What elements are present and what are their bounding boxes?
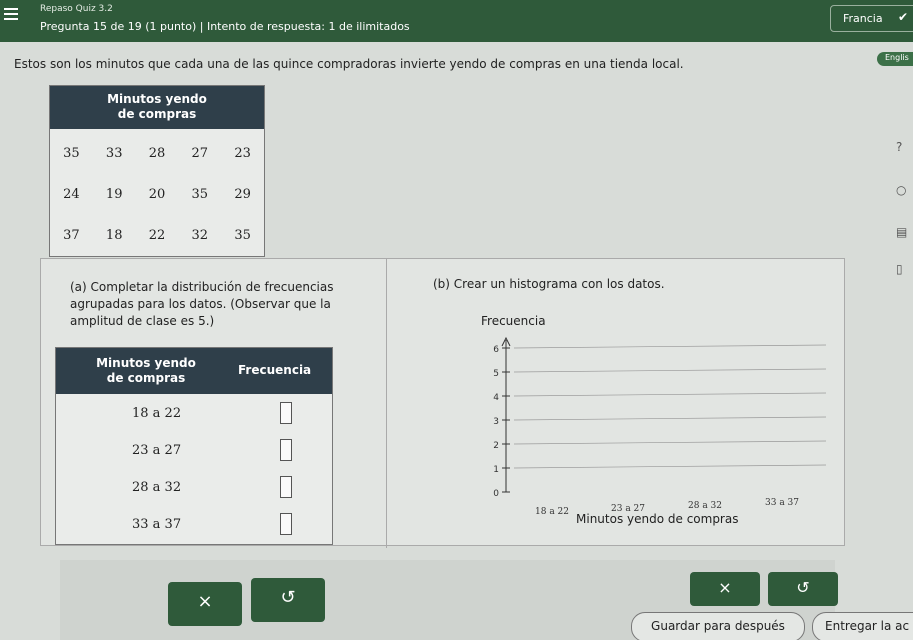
data-table-header: Minutos yendo de compras bbox=[50, 86, 264, 129]
save-for-later-button[interactable]: Guardar para después bbox=[631, 612, 805, 640]
histogram-graph[interactable]: 012345618 a 22 23 a 27 28 a 32 33 a 37 bbox=[470, 328, 830, 518]
data-table: Minutos yendo de compras 35 33 28 27 23 … bbox=[49, 85, 265, 257]
frequency-input-33-37[interactable] bbox=[280, 513, 292, 535]
table-row: 35 33 28 27 23 bbox=[63, 146, 251, 161]
table-row: 24 19 20 35 29 bbox=[63, 187, 251, 202]
language-toggle[interactable]: Englis bbox=[877, 52, 913, 66]
gridline bbox=[513, 416, 827, 421]
x-tick-label: 33 a 37 bbox=[765, 498, 799, 508]
table-row: 37 18 22 32 35 bbox=[63, 228, 251, 243]
clear-button[interactable]: × bbox=[168, 582, 242, 626]
table-row: 23 a 27 bbox=[56, 433, 332, 470]
y-tick-label: 4 bbox=[493, 393, 499, 403]
frequency-input-18-22[interactable] bbox=[280, 402, 292, 424]
question-intro: Estos son los minutos que cada una de la… bbox=[14, 57, 684, 71]
part-a-instructions: (a) Completar la distribución de frecuen… bbox=[70, 280, 334, 328]
gridline bbox=[513, 344, 827, 349]
textbook-icon[interactable]: ▯ bbox=[896, 262, 903, 276]
table-row: 28 a 32 bbox=[56, 470, 332, 507]
frequency-table-header: Minutos yendo de compras Frecuencia bbox=[56, 348, 332, 394]
histogram-x-label: Minutos yendo de compras bbox=[576, 512, 739, 526]
x-tick-label: 18 a 22 bbox=[535, 507, 569, 517]
top-header: Repaso Quiz 3.2 Pregunta 15 de 19 (1 pun… bbox=[0, 0, 913, 42]
menu-icon[interactable] bbox=[4, 8, 18, 20]
chevron-down-icon: ✔ bbox=[898, 10, 909, 24]
gridline bbox=[513, 368, 827, 373]
y-tick-label: 6 bbox=[493, 345, 499, 355]
submit-button[interactable]: Entregar la ac bbox=[812, 612, 913, 640]
x-tick-label: 28 a 32 bbox=[688, 501, 722, 511]
y-tick-label: 2 bbox=[493, 441, 499, 451]
student-menu-button[interactable]: Francia ✔ bbox=[830, 5, 913, 32]
student-name: Francia bbox=[843, 12, 883, 25]
clear-button-b[interactable]: × bbox=[690, 572, 760, 606]
frequency-table: Minutos yendo de compras Frecuencia 18 a… bbox=[55, 347, 333, 545]
undo-button[interactable]: ↺ bbox=[251, 578, 325, 622]
help-icon[interactable]: ? bbox=[896, 140, 902, 154]
undo-button-b[interactable]: ↺ bbox=[768, 572, 838, 606]
panel-divider bbox=[386, 259, 387, 548]
frequency-input-28-32[interactable] bbox=[280, 476, 292, 498]
calculator-icon[interactable]: ▤ bbox=[896, 225, 907, 239]
table-row: 33 a 37 bbox=[56, 507, 332, 544]
y-tick-label: 3 bbox=[493, 417, 499, 427]
quiz-name: Repaso Quiz 3.2 bbox=[40, 4, 113, 14]
question-info: Pregunta 15 de 19 (1 punto) | Intento de… bbox=[40, 20, 410, 33]
search-icon[interactable]: ○ bbox=[896, 183, 906, 197]
frequency-input-23-27[interactable] bbox=[280, 439, 292, 461]
gridline bbox=[513, 464, 827, 469]
gridline bbox=[513, 392, 827, 397]
part-b-instructions: (b) Crear un histograma con los datos. bbox=[433, 277, 665, 291]
y-tick-label: 0 bbox=[493, 489, 499, 499]
y-tick-label: 1 bbox=[493, 465, 499, 475]
gridline bbox=[513, 440, 827, 445]
y-tick-label: 5 bbox=[493, 369, 499, 379]
table-row: 18 a 22 bbox=[56, 396, 332, 433]
histogram-y-label: Frecuencia bbox=[481, 314, 546, 328]
